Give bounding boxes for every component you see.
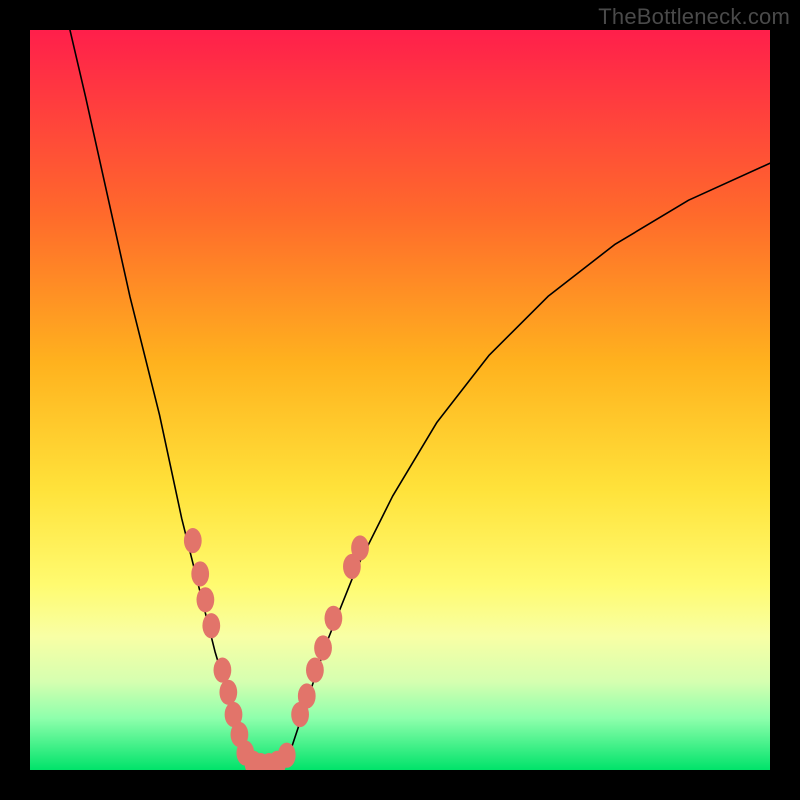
- data-marker: [314, 635, 332, 660]
- data-marker: [202, 613, 220, 638]
- gradient-background: [30, 30, 770, 770]
- plot-area: [30, 30, 770, 770]
- data-marker: [197, 587, 215, 612]
- data-marker: [278, 743, 296, 768]
- data-marker: [298, 683, 316, 708]
- watermark-text: TheBottleneck.com: [598, 4, 790, 30]
- chart-frame: TheBottleneck.com: [0, 0, 800, 800]
- data-marker: [184, 528, 202, 553]
- data-marker: [325, 606, 343, 631]
- chart-svg: [30, 30, 770, 770]
- data-marker: [191, 561, 209, 586]
- data-marker: [214, 658, 232, 683]
- data-marker: [351, 535, 369, 560]
- data-marker: [219, 680, 237, 705]
- data-marker: [306, 658, 324, 683]
